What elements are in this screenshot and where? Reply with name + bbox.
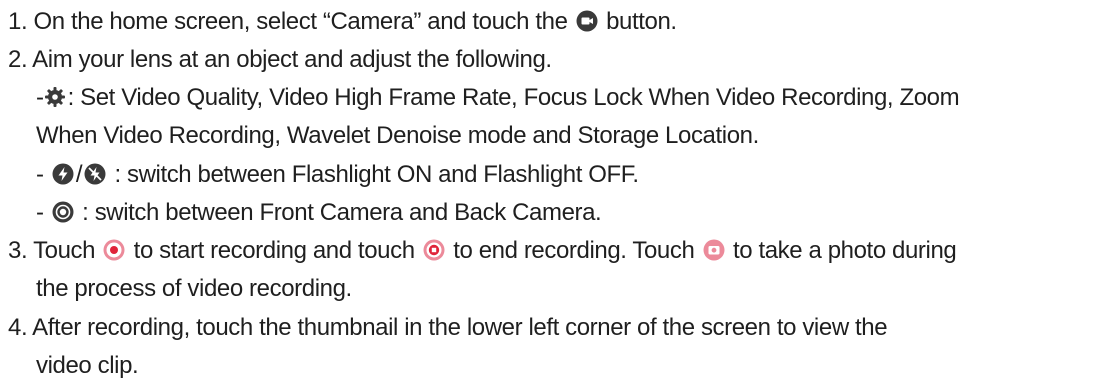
subitem-flash: - / : switch between Flashlight ON and F… — [36, 160, 639, 190]
settings-gear-icon — [44, 86, 66, 108]
step-number: 2. — [8, 46, 28, 73]
step-4: 4. After recording, touch the thumbnail … — [8, 313, 888, 343]
subitem-text: : switch between Flashlight ON and Flash… — [114, 161, 639, 188]
step-text: Aim your lens at an object and adjust th… — [32, 46, 552, 73]
step-text: to end recording. Touch — [453, 237, 695, 264]
subitem-settings-continued: When Video Recording, Wavelet Denoise mo… — [36, 121, 759, 151]
step-number: 4. — [8, 314, 28, 341]
step-text: button. — [606, 8, 677, 35]
subitem-text: When Video Recording, Wavelet Denoise mo… — [36, 122, 759, 149]
subitem-dash: - — [36, 199, 44, 226]
step-3-continued: the process of video recording. — [36, 274, 352, 304]
flash-off-icon — [84, 163, 106, 185]
subitem-dash: - — [36, 84, 44, 111]
video-mode-icon — [576, 10, 598, 32]
step-number: 1. — [8, 8, 28, 35]
step-3: 3. Touch to start recording and touch to… — [8, 236, 957, 266]
instructions-document: 1. On the home screen, select “Camera” a… — [0, 0, 1105, 388]
switch-camera-icon — [52, 201, 74, 223]
step-text: video clip. — [36, 352, 139, 379]
capture-photo-icon — [703, 239, 725, 261]
record-start-icon — [103, 239, 125, 261]
step-text: After recording, touch the thumbnail in … — [32, 314, 888, 341]
subitem-switch-camera: - : switch between Front Camera and Back… — [36, 198, 602, 228]
step-text: the process of video recording. — [36, 275, 352, 302]
flash-on-icon — [52, 163, 74, 185]
step-1: 1. On the home screen, select “Camera” a… — [8, 7, 677, 37]
step-number: 3. — [8, 237, 28, 264]
flash-separator: / — [75, 161, 83, 188]
subitem-dash: - — [36, 161, 44, 188]
subitem-text: : switch between Front Camera and Back C… — [82, 199, 602, 226]
record-stop-icon — [423, 239, 445, 261]
step-text: to take a photo during — [732, 237, 957, 264]
step-text: to start recording and touch — [133, 237, 415, 264]
subitem-settings: - : Set Video Quality, Video High Frame … — [36, 83, 960, 113]
step-4-continued: video clip. — [36, 351, 139, 381]
subitem-text: : Set Video Quality, Video High Frame Ra… — [67, 84, 960, 111]
step-text: On the home screen, select “Camera” and … — [33, 8, 568, 35]
step-2: 2. Aim your lens at an object and adjust… — [8, 45, 552, 75]
step-text: Touch — [33, 237, 96, 264]
